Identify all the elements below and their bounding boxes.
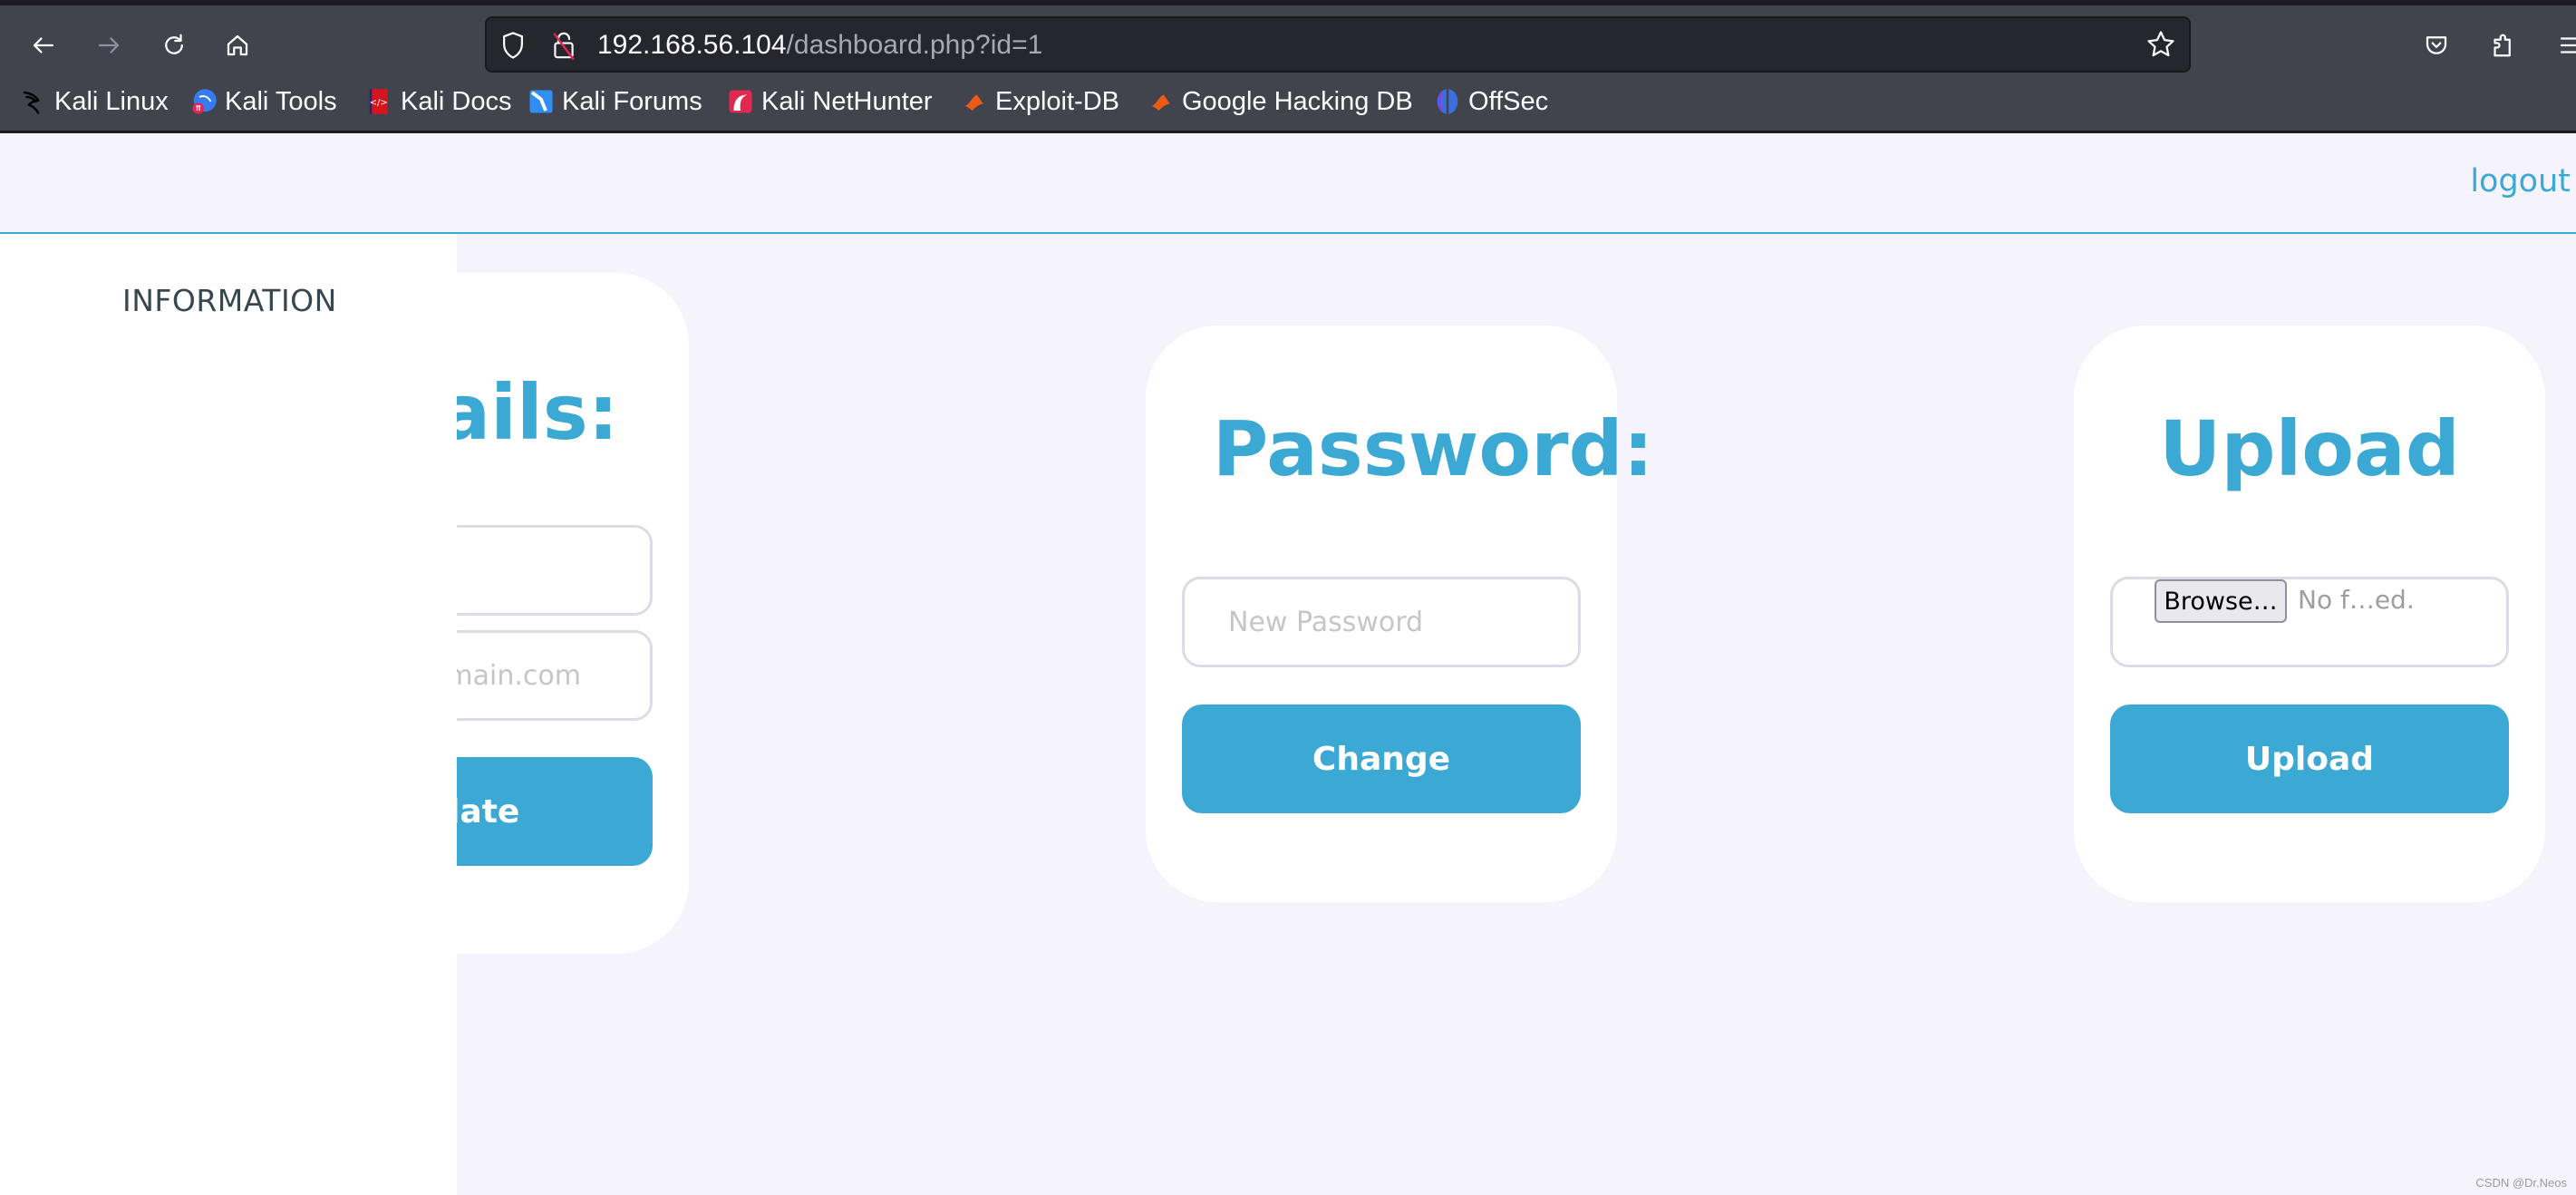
password-title: Password: <box>1212 404 1654 493</box>
bookmark-kali-docs[interactable]: </> Kali Docs <box>366 73 512 131</box>
kali-dragon-icon <box>20 88 47 115</box>
menu-icon <box>2560 37 2576 53</box>
logout-link[interactable]: logout <box>2470 163 2571 199</box>
bookmark-kali-tools[interactable]: Kali Tools <box>190 73 337 131</box>
home-icon <box>227 34 248 56</box>
page-header: logout <box>0 133 2576 234</box>
kali-tools-icon <box>190 88 218 115</box>
extensions-icon <box>2494 34 2511 57</box>
svg-text:</>: </> <box>370 98 388 108</box>
home-button[interactable] <box>216 24 259 67</box>
watermark: CSDN @Dr.Neos <box>2475 1176 2567 1190</box>
kali-docs-icon: </> <box>366 88 393 115</box>
shield-icon[interactable] <box>499 31 527 60</box>
kali-nethunter-icon <box>727 88 754 115</box>
pocket-button[interactable] <box>2415 24 2458 67</box>
sidebar-title: INFORMATION <box>122 283 337 318</box>
bookmark-label: OffSec <box>1468 86 1549 116</box>
bookmark-label: Kali NetHunter <box>761 86 933 116</box>
url-path: /dashboard.php?id=1 <box>786 30 1043 60</box>
back-button[interactable] <box>22 24 65 67</box>
bookmarks-bar: Kali Linux Kali Tools </> Kali Docs Kali… <box>0 73 2576 131</box>
kali-forums-icon <box>528 88 555 115</box>
upload-card: Upload Browse… No f…ed. Upload <box>2074 325 2545 902</box>
reload-button[interactable] <box>152 24 196 67</box>
file-input[interactable]: Browse… No f…ed. <box>2110 577 2509 667</box>
file-status: No f…ed. <box>2298 585 2415 615</box>
url-bar[interactable]: 192.168.56.104/dashboard.php?id=1 <box>485 16 2191 73</box>
browse-button[interactable]: Browse… <box>2155 579 2287 623</box>
bookmark-kali-forums[interactable]: Kali Forums <box>528 73 702 131</box>
upload-title: Upload <box>2159 404 2460 493</box>
bookmark-offsec[interactable]: OffSec <box>1434 73 1548 131</box>
browser-toolbar: 192.168.56.104/dashboard.php?id=1 <box>0 5 2576 73</box>
sidebar: INFORMATION <box>0 234 457 1195</box>
url-host: 192.168.56.104 <box>597 30 787 60</box>
pocket-icon <box>2426 36 2447 54</box>
offsec-icon <box>1434 88 1461 115</box>
bookmark-label: Kali Docs <box>401 86 512 116</box>
menu-button[interactable] <box>2549 24 2576 67</box>
bookmark-label: Kali Tools <box>225 86 337 116</box>
forward-button[interactable] <box>87 24 131 67</box>
arrow-left-icon <box>33 37 54 53</box>
insecure-lock-icon[interactable] <box>550 29 577 62</box>
arrow-right-icon <box>98 37 120 53</box>
bookmark-label: Exploit-DB <box>995 86 1119 116</box>
change-password-button[interactable]: Change <box>1182 704 1581 813</box>
upload-button[interactable]: Upload <box>2110 704 2509 813</box>
bookmark-google-hacking-db[interactable]: Google Hacking DB <box>1148 73 1413 131</box>
extensions-button[interactable] <box>2480 24 2523 67</box>
bookmark-exploit-db[interactable]: Exploit-DB <box>961 73 1119 131</box>
bookmark-kali-linux[interactable]: Kali Linux <box>20 73 169 131</box>
bookmark-label: Google Hacking DB <box>1182 86 1413 116</box>
star-icon[interactable] <box>2145 29 2176 60</box>
exploit-db-icon <box>961 88 988 115</box>
bookmark-kali-nethunter[interactable]: Kali NetHunter <box>727 73 933 131</box>
new-password-field[interactable] <box>1182 577 1581 667</box>
dashboard-page: logout Details: Update Password: Change … <box>0 133 2576 1195</box>
bookmark-label: Kali Forums <box>562 86 702 116</box>
password-card: Password: Change <box>1146 325 1653 902</box>
ghdb-icon <box>1148 88 1175 115</box>
reload-icon <box>165 34 183 54</box>
bookmark-label: Kali Linux <box>54 86 169 116</box>
url-text[interactable]: 192.168.56.104/dashboard.php?id=1 <box>597 30 1042 61</box>
